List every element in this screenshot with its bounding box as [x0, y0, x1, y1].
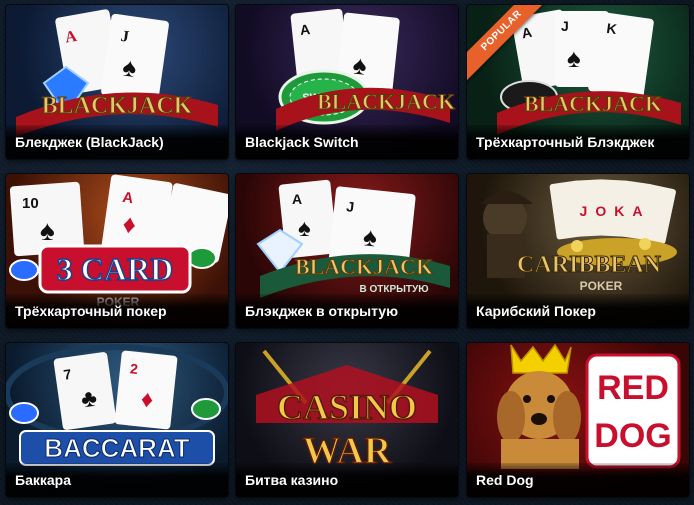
svg-text:♠: ♠ — [567, 43, 581, 73]
svg-text:♠: ♠ — [298, 215, 311, 242]
svg-text:J: J — [561, 18, 569, 34]
svg-text:BLACKJACK: BLACKJACK — [295, 254, 433, 279]
svg-text:RED: RED — [597, 369, 669, 407]
game-title: Блэкджек в открытую — [236, 294, 458, 328]
svg-text:A: A — [299, 21, 311, 38]
svg-text:POKER: POKER — [580, 279, 623, 293]
cards-text: JOKA — [580, 203, 651, 219]
game-title: Red Dog — [467, 463, 689, 497]
svg-text:3 CARD: 3 CARD — [57, 251, 173, 287]
svg-text:BLACKJACK: BLACKJACK — [524, 91, 662, 116]
svg-text:J: J — [346, 198, 355, 215]
game-tile-three-card-blackjack[interactable]: A J K ♠ BLACKJACK POPULAR Трёхкарточный … — [467, 5, 689, 159]
game-title: Битва казино — [236, 463, 458, 497]
svg-text:A: A — [292, 191, 302, 207]
game-title: Трёхкарточный покер — [6, 294, 228, 328]
svg-text:BLACKJACK: BLACKJACK — [317, 89, 455, 114]
game-tile-caribbean-poker[interactable]: JOKA CARIBBEAN POKER Карибский Покер — [467, 174, 689, 328]
game-title: Карибский Покер — [467, 294, 689, 328]
svg-text:CASINO: CASINO — [277, 387, 417, 427]
game-tile-casino-war[interactable]: CASINO WAR Битва казино — [236, 343, 458, 497]
game-tile-blackjack[interactable]: A J ♠ BLACKJACK Блекджек (BlackJack) — [6, 5, 228, 159]
game-logo-blackjack: BLACKJACK — [42, 93, 193, 119]
game-tile-three-card-poker[interactable]: 10 ♠ A ♦ 3 CARD POKER Трёхкарточный поке… — [6, 174, 228, 328]
game-tile-blackjack-switch[interactable]: ♠ A SWITCH BLACKJACK Blackjack Switch — [236, 5, 458, 159]
svg-text:10: 10 — [22, 195, 39, 212]
game-title: Blackjack Switch — [236, 125, 458, 159]
svg-text:♠: ♠ — [40, 215, 55, 246]
svg-text:DOG: DOG — [594, 417, 671, 455]
games-grid: A J ♠ BLACKJACK Блекджек (BlackJack) ♠ A… — [0, 0, 694, 505]
game-title: Трёхкарточный Блэкджек — [467, 125, 689, 159]
game-title: Баккара — [6, 463, 228, 497]
game-tile-red-dog[interactable]: RED DOG Red Dog — [467, 343, 689, 497]
game-title: Блекджек (BlackJack) — [6, 125, 228, 159]
svg-text:CARIBBEAN: CARIBBEAN — [517, 252, 662, 278]
game-tile-baccarat[interactable]: 7 ♣ 2 ♦ BACCARAT Баккара — [6, 343, 228, 497]
game-tile-blackjack-face-up[interactable]: A ♠ J ♠ BLACKJACK В ОТКРЫТУЮ Блэкджек в … — [236, 174, 458, 328]
svg-text:BACCARAT: BACCARAT — [44, 433, 190, 463]
